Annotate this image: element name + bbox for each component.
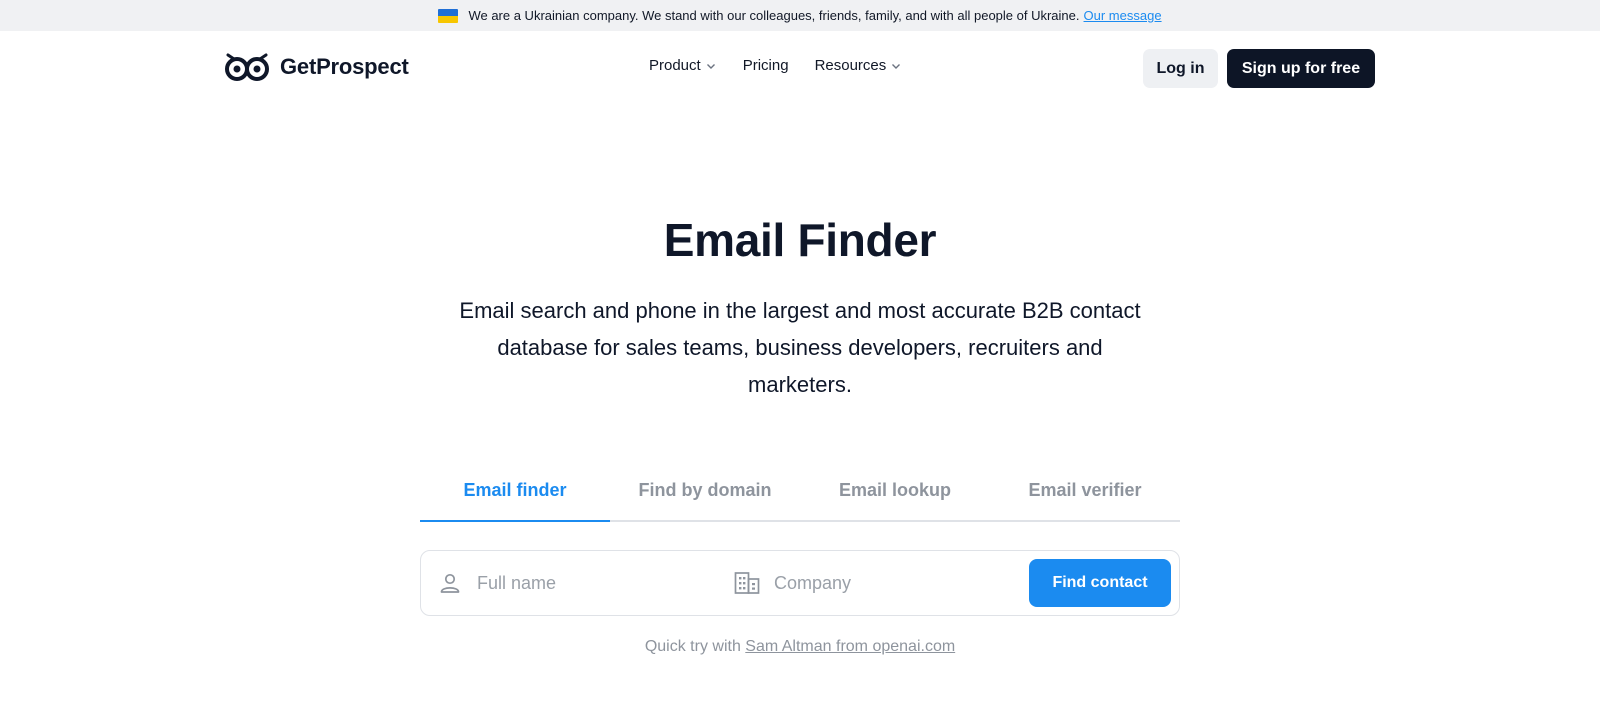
nav-pricing[interactable]: Pricing xyxy=(743,57,789,74)
nav-resources[interactable]: Resources xyxy=(815,57,903,74)
logo-text: GetProspect xyxy=(280,54,409,79)
tab-find-by-domain[interactable]: Find by domain xyxy=(610,468,800,520)
banner-message: We are a Ukrainian company. We stand wit… xyxy=(468,8,1080,23)
quick-try-link[interactable]: Sam Altman from openai.com xyxy=(745,638,955,655)
nav-product[interactable]: Product xyxy=(649,57,717,74)
tab-email-lookup[interactable]: Email lookup xyxy=(800,468,990,520)
tab-email-verifier[interactable]: Email verifier xyxy=(990,468,1180,520)
our-message-link[interactable]: Our message xyxy=(1084,8,1162,23)
signup-button[interactable]: Sign up for free xyxy=(1227,49,1375,88)
ukraine-flag-icon xyxy=(438,8,459,23)
find-contact-button[interactable]: Find contact xyxy=(1029,559,1171,607)
search-mode-tabs: Email finder Find by domain Email lookup… xyxy=(420,468,1180,522)
chevron-down-icon xyxy=(890,60,902,72)
nav-product-label: Product xyxy=(649,57,701,74)
building-icon xyxy=(734,570,760,596)
nav-resources-label: Resources xyxy=(814,57,887,74)
page-subtitle: Email search and phone in the largest an… xyxy=(459,298,1141,397)
company-input[interactable] xyxy=(774,572,1004,594)
nav-pricing-label: Pricing xyxy=(742,57,789,74)
chevron-down-icon xyxy=(705,60,717,72)
logo[interactable]: GetProspect xyxy=(224,51,409,83)
login-button[interactable]: Log in xyxy=(1143,49,1218,88)
quick-try-prefix: Quick try with xyxy=(644,638,741,655)
page-title: Email Finder xyxy=(663,214,937,266)
company-field xyxy=(734,551,1024,615)
full-name-field xyxy=(437,551,727,615)
site-header: GetProspect Product Pricing Resources Lo… xyxy=(0,31,1600,107)
quick-try: Quick try with Sam Altman from openai.co… xyxy=(0,638,1600,656)
tab-email-finder[interactable]: Email finder xyxy=(420,468,610,522)
full-name-input[interactable] xyxy=(477,572,707,594)
main-nav: Product Pricing Resources xyxy=(649,57,902,74)
email-finder-form: Find contact xyxy=(420,550,1180,616)
user-icon xyxy=(437,570,463,596)
owl-logo-icon xyxy=(225,53,269,81)
ukraine-banner: We are a Ukrainian company. We stand wit… xyxy=(0,0,1600,31)
